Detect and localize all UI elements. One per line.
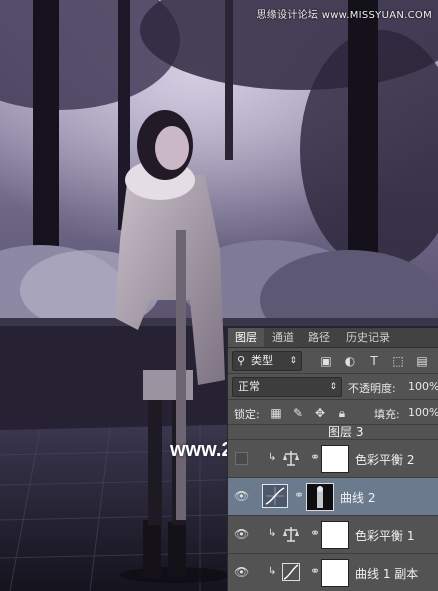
layer-mask-thumbnail[interactable] xyxy=(321,445,349,473)
divider xyxy=(228,399,438,400)
layer-mask-thumbnail[interactable] xyxy=(321,559,349,587)
blend-mode-value: 正常 xyxy=(238,380,260,393)
clip-arrow-icon: ↳ xyxy=(268,528,277,539)
opacity-value[interactable]: 100% xyxy=(408,380,438,393)
lock-row: 锁定: ▦ ✎ ✥ 🔒︎ 填充: 100% xyxy=(228,401,438,423)
layer-name: 色彩平衡 1 xyxy=(355,529,415,543)
mask-photo-preview xyxy=(307,484,333,510)
layer-row-curves-2[interactable]: 👁︎ ⚭ 曲线 2 xyxy=(228,478,438,516)
smart-object-filter-icon[interactable]: ▤ xyxy=(414,353,430,369)
layers-panel: 图层 通道 路径 历史记录 ⚲ 类型 ⇕ ▣ ◐ T ⬚ ▤ 正常 ⇕ 不透明度… xyxy=(227,328,438,591)
balance-scale-icon xyxy=(283,527,299,542)
clip-arrow-icon: ↳ xyxy=(268,452,277,463)
layer-row-curves-1-copy[interactable]: 👁︎ ↳ ⚭ 曲线 1 副本 xyxy=(228,554,438,591)
link-icon[interactable]: ⚭ xyxy=(294,488,304,502)
tab-layers[interactable]: 图层 xyxy=(228,328,264,347)
lock-all-icon[interactable]: 🔒︎ xyxy=(334,405,350,421)
layer-row-color-balance-1[interactable]: 👁︎ ↳ ⚭ 色彩平衡 1 xyxy=(228,516,438,554)
visibility-toggle[interactable] xyxy=(235,452,248,465)
layer-row-layer3[interactable]: 图层 3 xyxy=(228,425,438,440)
layer-mask-thumbnail[interactable] xyxy=(321,521,349,549)
layer-name: 曲线 1 副本 xyxy=(355,567,419,581)
blend-mode-select[interactable]: 正常 ⇕ xyxy=(232,377,342,397)
filter-kind-label: 类型 xyxy=(251,354,273,367)
layer-row-color-balance-2[interactable]: ↳ ⚭ 色彩平衡 2 xyxy=(228,440,438,478)
curves-adjustment-icon xyxy=(262,484,288,508)
eye-icon[interactable]: 👁︎ xyxy=(234,527,249,541)
type-filter-icon[interactable]: T xyxy=(366,353,382,369)
updown-arrows-icon: ⇕ xyxy=(329,382,337,392)
layer-name: 曲线 2 xyxy=(340,491,376,505)
opacity-label: 不透明度: xyxy=(348,382,396,395)
eye-icon[interactable]: 👁︎ xyxy=(234,565,249,579)
layer-name: 色彩平衡 2 xyxy=(355,453,415,467)
filter-row: ⚲ 类型 ⇕ ▣ ◐ T ⬚ ▤ xyxy=(228,349,438,371)
adjustment-filter-icon[interactable]: ◐ xyxy=(342,353,358,369)
divider xyxy=(228,373,438,374)
fill-value[interactable]: 100% xyxy=(408,406,438,419)
link-icon[interactable]: ⚭ xyxy=(310,526,320,540)
tab-history[interactable]: 历史记录 xyxy=(338,328,398,347)
watermark-top-text: 思缘设计论坛 www.MISSYUAN.COM xyxy=(256,10,432,21)
updown-arrows-icon: ⇕ xyxy=(289,356,297,366)
link-icon[interactable]: ⚭ xyxy=(310,564,320,578)
layer-mask-thumbnail[interactable] xyxy=(306,483,334,511)
search-icon: ⚲ xyxy=(237,354,246,367)
blend-row: 正常 ⇕ 不透明度: 100% xyxy=(228,375,438,397)
link-icon[interactable]: ⚭ xyxy=(310,450,320,464)
tab-channels[interactable]: 通道 xyxy=(266,328,300,347)
panel-tab-bar: 图层 通道 路径 历史记录 xyxy=(228,328,438,348)
pixel-filter-icon[interactable]: ▣ xyxy=(318,353,334,369)
filter-kind-select[interactable]: ⚲ 类型 ⇕ xyxy=(232,351,302,371)
balance-scale-icon xyxy=(283,451,299,466)
lock-position-icon[interactable]: ✥ xyxy=(312,405,328,421)
shape-filter-icon[interactable]: ⬚ xyxy=(390,353,406,369)
fill-label: 填充: xyxy=(374,408,400,421)
tab-paths[interactable]: 路径 xyxy=(302,328,336,347)
curves-adjustment-icon xyxy=(282,563,300,581)
lock-transparent-icon[interactable]: ▦ xyxy=(268,405,284,421)
lock-paint-icon[interactable]: ✎ xyxy=(290,405,306,421)
clip-arrow-icon: ↳ xyxy=(268,566,277,577)
eye-icon[interactable]: 👁︎ xyxy=(234,489,249,503)
lock-label: 锁定: xyxy=(234,408,260,421)
layer-name: 图层 3 xyxy=(328,425,364,439)
